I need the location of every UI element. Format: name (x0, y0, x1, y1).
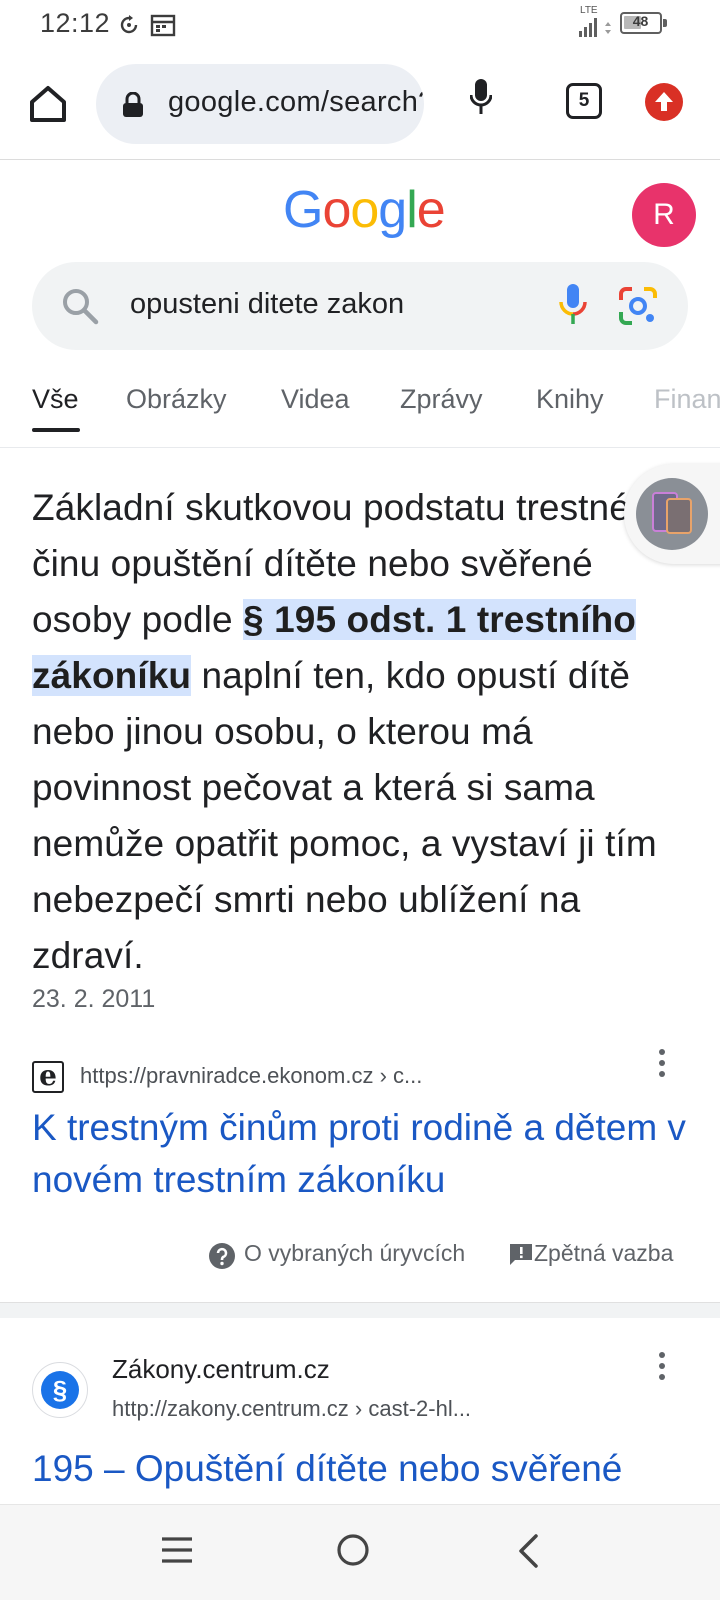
status-bar: 12:12 LTE 48 (0, 0, 720, 50)
result-separator (0, 1302, 720, 1318)
help-icon[interactable] (208, 1242, 236, 1270)
result-title-link[interactable]: 195 – Opuštění dítěte nebo svěřené (32, 1448, 622, 1490)
result-site-name[interactable]: Zákony.centrum.cz (112, 1354, 330, 1385)
feedback-link[interactable]: Zpětná vazba (534, 1240, 673, 1267)
status-time: 12:12 (40, 8, 111, 38)
arrow-up-icon (655, 92, 673, 111)
tab-all[interactable]: Vše (32, 384, 79, 415)
floating-assistant-button[interactable] (624, 464, 720, 564)
logo-letter: l (406, 181, 418, 239)
logo-letter: o (350, 181, 379, 239)
source-favicon[interactable]: e (32, 1061, 64, 1093)
more-options-icon[interactable] (659, 1352, 667, 1385)
tab-images[interactable]: Obrázky (126, 384, 227, 415)
featured-snippet-text: Základní skutkovou podstatu trestného či… (32, 480, 702, 984)
signal-icon (579, 18, 611, 37)
snippet-text-after: naplní ten, kdo opustí dítě nebo jinou o… (32, 655, 657, 976)
search-icon[interactable] (60, 286, 100, 326)
google-mic-icon[interactable] (557, 282, 589, 328)
update-button[interactable] (645, 83, 683, 121)
home-icon[interactable] (26, 82, 70, 126)
section-sign-icon: § (41, 1371, 79, 1409)
source-url[interactable]: https://pravniradce.ekonom.cz › c... (80, 1063, 422, 1089)
feedback-icon[interactable] (508, 1242, 534, 1268)
tab-news[interactable]: Zprávy (400, 384, 483, 415)
home-nav-icon[interactable] (336, 1533, 370, 1567)
network-type: LTE (580, 5, 598, 16)
battery-icon: 48 (620, 12, 667, 34)
back-icon[interactable] (516, 1533, 540, 1569)
source-title-link[interactable]: K trestným činům proti rodině a dětem v … (32, 1102, 692, 1206)
tab-videos[interactable]: Videa (281, 384, 350, 415)
about-snippets-link[interactable]: O vybraných úryvcích (244, 1240, 465, 1267)
tab-finance[interactable]: Finance (654, 384, 720, 415)
account-avatar[interactable]: R (632, 183, 696, 247)
search-tabs: Vše Obrázky Videa Zprávy Knihy Finance (0, 372, 720, 448)
google-logo[interactable]: Google (283, 180, 446, 240)
browser-toolbar: google.com/search?q=opusteni 5 (0, 50, 720, 160)
tab-books[interactable]: Knihy (536, 384, 604, 415)
calendar-icon (150, 14, 176, 37)
battery-level: 48 (632, 13, 649, 29)
active-tab-indicator (32, 428, 80, 432)
logo-letter: G (283, 181, 323, 239)
lock-icon (123, 92, 143, 117)
url-text[interactable]: google.com/search?q=opusteni (168, 86, 424, 119)
google-lens-icon[interactable] (618, 286, 658, 326)
result-url[interactable]: http://zakony.centrum.cz › cast-2-hl... (112, 1396, 471, 1422)
more-options-icon[interactable] (659, 1049, 667, 1082)
floating-app-icon (636, 478, 708, 550)
logo-letter: o (322, 181, 351, 239)
tab-switcher-button[interactable]: 5 (566, 83, 602, 119)
voice-search-icon[interactable] (470, 78, 492, 118)
sync-icon (120, 15, 138, 34)
address-bar[interactable]: google.com/search?q=opusteni (96, 64, 424, 144)
system-navigation-bar (0, 1504, 720, 1600)
snippet-date: 23. 2. 2011 (32, 985, 156, 1013)
search-query[interactable]: opusteni ditete zakon (130, 288, 404, 321)
search-box[interactable]: opusteni ditete zakon (32, 262, 688, 350)
logo-letter: e (416, 181, 446, 239)
logo-letter: g (378, 181, 407, 239)
menu-icon[interactable] (160, 1535, 194, 1565)
result-favicon[interactable]: § (32, 1362, 88, 1418)
